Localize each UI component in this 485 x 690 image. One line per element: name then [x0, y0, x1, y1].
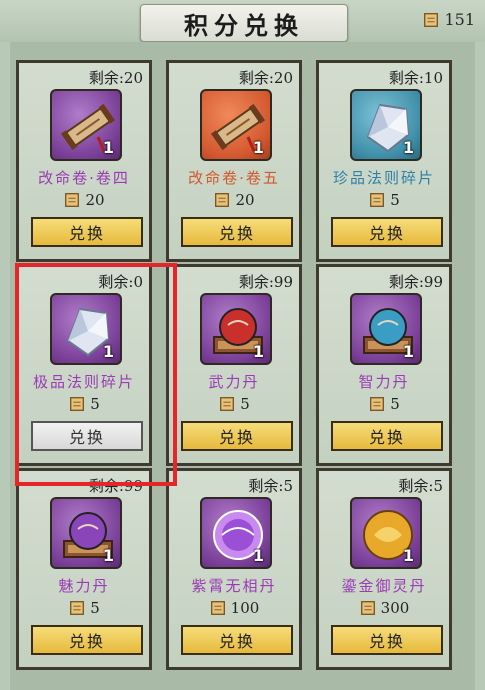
item-icon-frame[interactable]: 1 [50, 89, 122, 161]
item-icon-frame[interactable]: 1 [350, 293, 422, 365]
exchange-button[interactable]: 兑换 [331, 217, 443, 247]
item-quantity: 1 [402, 342, 414, 361]
item-price: 20 [169, 191, 299, 209]
price-value: 5 [240, 395, 250, 413]
remaining-count: 剩余:5 [248, 477, 293, 495]
item-quantity: 1 [252, 342, 264, 361]
scroll-icon [68, 599, 86, 617]
item-card[interactable]: 剩余:99 1 武力丹 5 兑换 [166, 264, 302, 466]
item-quantity: 1 [402, 138, 414, 157]
item-quantity: 1 [102, 546, 114, 565]
item-grid[interactable]: 剩余:20 1 改命卷·卷四 20 兑换 剩余:20 1 改命卷·卷五 20 兑换 剩余:10 1 珍品… [10, 42, 475, 690]
item-name: 珍品法则碎片 [332, 169, 435, 187]
item-icon-frame[interactable]: 1 [350, 497, 422, 569]
item-name: 极品法则碎片 [32, 373, 135, 391]
scroll-icon [218, 395, 236, 413]
scroll-icon [359, 599, 377, 617]
price-value: 5 [90, 599, 100, 617]
item-name: 魅力丹 [58, 577, 110, 595]
price-value: 300 [380, 599, 410, 617]
scroll-icon [368, 395, 386, 413]
exchange-button[interactable]: 兑换 [331, 625, 443, 655]
scroll-icon [68, 395, 86, 413]
item-price: 5 [319, 191, 449, 209]
item-name: 改命卷·卷五 [188, 169, 280, 187]
price-value: 5 [90, 395, 100, 413]
exchange-button[interactable]: 兑换 [331, 421, 443, 451]
item-name: 紫霄无相丹 [191, 577, 277, 595]
price-value: 100 [230, 599, 260, 617]
points-display: 151 [422, 10, 475, 29]
price-value: 5 [390, 395, 400, 413]
item-card[interactable]: 剩余:99 1 智力丹 5 兑换 [316, 264, 452, 466]
item-quantity: 1 [102, 138, 114, 157]
item-quantity: 1 [102, 342, 114, 361]
item-icon-frame[interactable]: 1 [200, 293, 272, 365]
item-price: 300 [319, 599, 449, 617]
page-title: 积分兑换 [184, 10, 304, 40]
title-plate: 积分兑换 [140, 4, 348, 42]
item-card[interactable]: 剩余:10 1 珍品法则碎片 5 兑换 [316, 60, 452, 262]
scroll-icon [368, 191, 386, 209]
item-icon-frame[interactable]: 1 [200, 89, 272, 161]
item-name: 改命卷·卷四 [38, 169, 130, 187]
price-value: 20 [235, 191, 255, 209]
price-value: 20 [85, 191, 105, 209]
item-icon-frame[interactable]: 1 [50, 497, 122, 569]
item-card[interactable]: 剩余:20 1 改命卷·卷四 20 兑换 [16, 60, 152, 262]
remaining-count: 剩余:10 [388, 69, 443, 87]
item-quantity: 1 [252, 138, 264, 157]
remaining-count: 剩余:99 [238, 273, 293, 291]
item-icon-frame[interactable]: 1 [350, 89, 422, 161]
item-price: 5 [19, 395, 149, 413]
item-card[interactable]: 剩余:5 1 紫霄无相丹 100 兑换 [166, 468, 302, 670]
remaining-count: 剩余:20 [238, 69, 293, 87]
item-quantity: 1 [402, 546, 414, 565]
item-icon-frame[interactable]: 1 [50, 293, 122, 365]
item-name: 鎏金御灵丹 [341, 577, 427, 595]
item-price: 5 [19, 599, 149, 617]
exchange-button[interactable]: 兑换 [181, 217, 293, 247]
scroll-icon [213, 191, 231, 209]
scroll-icon [63, 191, 81, 209]
item-price: 5 [169, 395, 299, 413]
item-name: 武力丹 [208, 373, 260, 391]
item-price: 100 [169, 599, 299, 617]
scroll-icon [422, 11, 440, 29]
remaining-count: 剩余:99 [88, 477, 143, 495]
exchange-button[interactable]: 兑换 [31, 625, 143, 655]
header-bar: 积分兑换 151 [0, 0, 485, 42]
exchange-button[interactable]: 兑换 [31, 421, 143, 451]
item-card[interactable]: 剩余:99 1 魅力丹 5 兑换 [16, 468, 152, 670]
points-value: 151 [444, 10, 475, 29]
item-price: 20 [19, 191, 149, 209]
remaining-count: 剩余:0 [98, 273, 143, 291]
remaining-count: 剩余:99 [388, 273, 443, 291]
item-price: 5 [319, 395, 449, 413]
remaining-count: 剩余:20 [88, 69, 143, 87]
item-card[interactable]: 剩余:20 1 改命卷·卷五 20 兑换 [166, 60, 302, 262]
remaining-count: 剩余:5 [398, 477, 443, 495]
item-icon-frame[interactable]: 1 [200, 497, 272, 569]
exchange-button[interactable]: 兑换 [181, 625, 293, 655]
scroll-icon [209, 599, 227, 617]
price-value: 5 [390, 191, 400, 209]
item-card[interactable]: 剩余:0 1 极品法则碎片 5 兑换 [16, 264, 152, 466]
item-quantity: 1 [252, 546, 264, 565]
exchange-button[interactable]: 兑换 [31, 217, 143, 247]
item-name: 智力丹 [358, 373, 410, 391]
exchange-button[interactable]: 兑换 [181, 421, 293, 451]
item-card[interactable]: 剩余:5 1 鎏金御灵丹 300 兑换 [316, 468, 452, 670]
